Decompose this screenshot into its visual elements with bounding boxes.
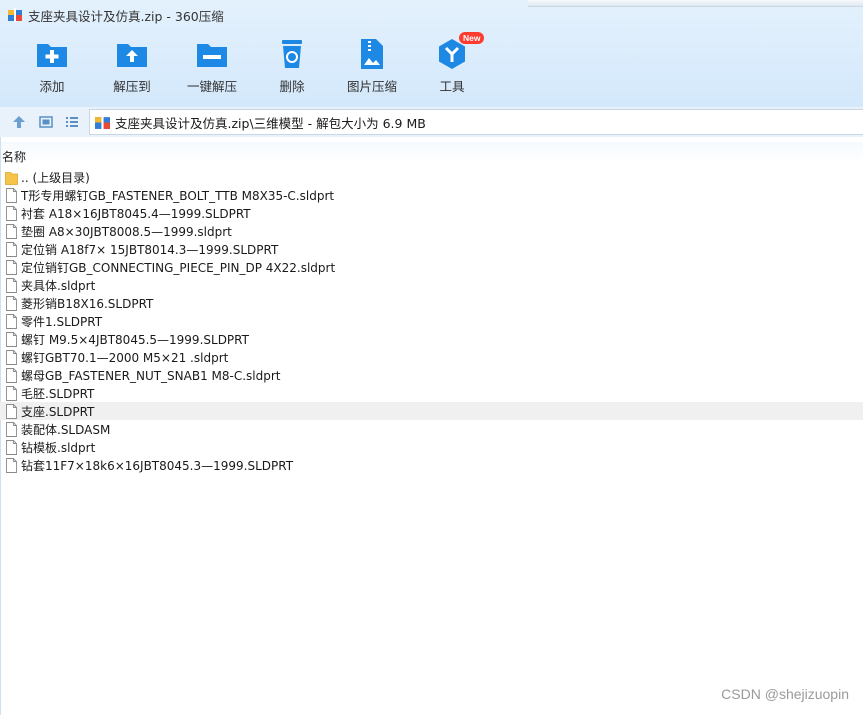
title-bar: 支座夹具设计及仿真.zip - 360压缩 [0, 0, 520, 30]
address-path: 支座夹具设计及仿真.zip\三维模型 - 解包大小为 6.9 MB [115, 115, 426, 131]
top-toolbar-area: 支座夹具设计及仿真.zip - 360压缩 添加 解压到 一键解压 删除 图片压… [0, 0, 863, 107]
file-row[interactable]: 定位销 A18f7× 15JBT8014.3—1999.SLDPRT [0, 240, 863, 258]
parent-directory-row[interactable]: .. (上级目录) [0, 168, 863, 186]
file-name: 螺钉GBT70.1—2000 M5×21 .sldprt [21, 350, 229, 365]
add-button-label: 添加 [39, 79, 65, 94]
parent-directory-label: .. (上级目录) [21, 170, 90, 185]
file-name: 零件1.SLDPRT [21, 314, 103, 329]
file-name: T形专用螺钉GB_FASTENER_BOLT_TTB M8X35-C.sldpr… [21, 188, 335, 203]
file-icon [6, 403, 17, 419]
up-arrow-icon[interactable] [11, 114, 27, 130]
folder-icon [5, 171, 18, 185]
address-bar[interactable]: 支座夹具设计及仿真.zip\三维模型 - 解包大小为 6.9 MB [89, 109, 863, 135]
file-row[interactable]: 螺钉GBT70.1—2000 M5×21 .sldprt [0, 348, 863, 366]
delete-button[interactable]: 删除 [252, 37, 332, 97]
file-row[interactable]: 垫圈 A8×30JBT8008.5—1999.sldprt [0, 222, 863, 240]
archive-app-icon [8, 8, 22, 22]
toolbar: 添加 解压到 一键解压 删除 图片压缩 New 工具 [0, 32, 863, 97]
one-click-extract-button-label: 一键解压 [186, 79, 237, 94]
file-name: 夹具体.sldprt [21, 278, 96, 293]
file-name: 钻模板.sldprt [21, 440, 96, 455]
file-icon [6, 259, 17, 275]
tools-button[interactable]: New 工具 [412, 32, 492, 97]
column-name-header[interactable]: 名称 [2, 148, 26, 165]
file-icon [6, 457, 17, 473]
file-name: 衬套 A18×16JBT8045.4—1999.SLDPRT [21, 206, 251, 221]
one-click-extract-button[interactable]: 一键解压 [172, 37, 252, 97]
file-icon [6, 241, 17, 257]
file-icon [6, 331, 17, 347]
file-icon [6, 295, 17, 311]
tools-button-label: 工具 [439, 79, 465, 94]
file-row[interactable]: T形专用螺钉GB_FASTENER_BOLT_TTB M8X35-C.sldpr… [0, 186, 863, 204]
file-name: 菱形销B18X16.SLDPRT [21, 296, 154, 311]
column-header: 名称 [0, 142, 863, 164]
archive-icon [95, 114, 110, 130]
file-row[interactable]: 支座.SLDPRT [0, 402, 863, 420]
file-name: 螺母GB_FASTENER_NUT_SNAB1 M8-C.sldprt [21, 368, 281, 383]
file-icon [6, 223, 17, 239]
file-icon [6, 349, 17, 365]
thumbnail-view-icon[interactable] [38, 114, 54, 130]
delete-icon [282, 40, 302, 68]
extract-to-button-label: 解压到 [113, 79, 151, 94]
image-compress-icon [361, 39, 383, 69]
extract-to-button[interactable]: 解压到 [92, 37, 172, 97]
list-view-icon[interactable] [64, 114, 80, 130]
window-title: 支座夹具设计及仿真.zip - 360压缩 [28, 8, 224, 24]
file-row[interactable]: 钻套11F7×18k6×16JBT8045.3—1999.SLDPRT [0, 456, 863, 474]
file-name: 垫圈 A8×30JBT8008.5—1999.sldprt [21, 224, 232, 239]
file-name: 螺钉 M9.5×4JBT8045.5—1999.SLDPRT [21, 332, 249, 347]
watermark: CSDN @shejizuopin [721, 686, 849, 702]
file-name: 毛胚.SLDPRT [21, 386, 95, 401]
file-name: 钻套11F7×18k6×16JBT8045.3—1999.SLDPRT [21, 458, 294, 473]
file-name: 定位销钉GB_CONNECTING_PIECE_PIN_DP 4X22.sldp… [21, 260, 336, 275]
extract-to-icon [117, 44, 147, 67]
file-row[interactable]: 钻模板.sldprt [0, 438, 863, 456]
file-list: .. (上级目录) T形专用螺钉GB_FASTENER_BOLT_TTB M8X… [0, 168, 863, 474]
title-bar-overlay [528, 0, 863, 7]
file-row[interactable]: 螺钉 M9.5×4JBT8045.5—1999.SLDPRT [0, 330, 863, 348]
file-icon [6, 421, 17, 437]
file-icon [6, 367, 17, 383]
file-row[interactable]: 零件1.SLDPRT [0, 312, 863, 330]
image-compress-button[interactable]: 图片压缩 [332, 37, 412, 97]
file-icon [6, 187, 17, 203]
file-name: 装配体.SLDASM [21, 422, 111, 437]
file-name: 定位销 A18f7× 15JBT8014.3—1999.SLDPRT [21, 242, 279, 257]
file-icon [6, 313, 17, 329]
one-click-extract-icon [197, 44, 227, 67]
file-row[interactable]: 螺母GB_FASTENER_NUT_SNAB1 M8-C.sldprt [0, 366, 863, 384]
file-row[interactable]: 夹具体.sldprt [0, 276, 863, 294]
file-icon [6, 439, 17, 455]
add-icon [37, 44, 67, 67]
new-badge: New [459, 32, 485, 44]
file-row[interactable]: 毛胚.SLDPRT [0, 384, 863, 402]
add-button[interactable]: 添加 [12, 37, 92, 97]
file-icon [6, 205, 17, 221]
delete-button-label: 删除 [279, 79, 305, 94]
file-row[interactable]: 菱形销B18X16.SLDPRT [0, 294, 863, 312]
file-row[interactable]: 装配体.SLDASM [0, 420, 863, 438]
file-icon [6, 277, 17, 293]
file-row[interactable]: 定位销钉GB_CONNECTING_PIECE_PIN_DP 4X22.sldp… [0, 258, 863, 276]
image-compress-button-label: 图片压缩 [346, 79, 397, 94]
file-name: 支座.SLDPRT [21, 404, 95, 419]
file-icon [6, 385, 17, 401]
file-row[interactable]: 衬套 A18×16JBT8045.4—1999.SLDPRT [0, 204, 863, 222]
